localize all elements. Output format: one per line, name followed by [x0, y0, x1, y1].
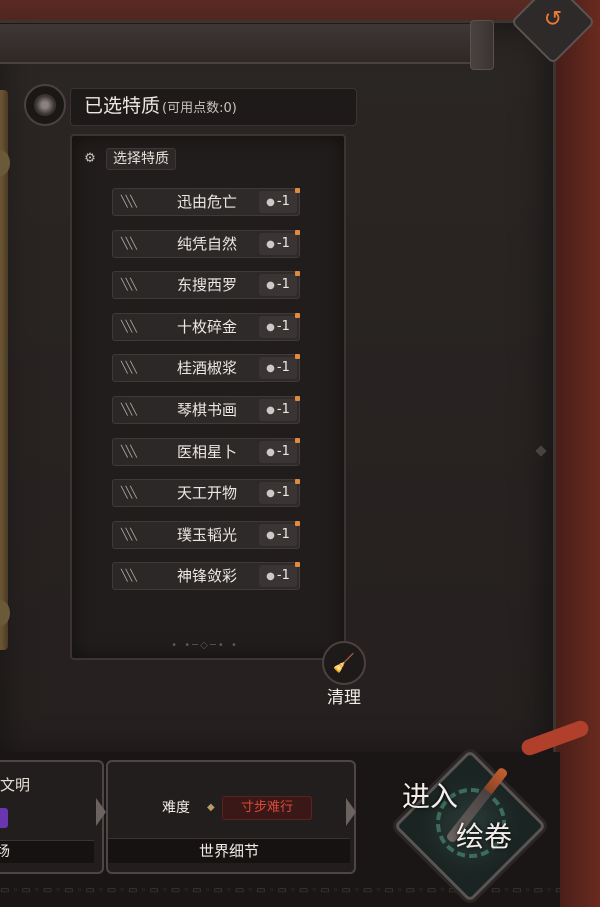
trait-cost: ● -1 — [259, 523, 297, 546]
trait-cost: ● -1 — [259, 232, 297, 255]
trait-corner-mark — [295, 229, 300, 235]
trait-selection-screen: ↺ 已选特质 (可用点数:0) ⚙ 选择特质 ╲╲╲ 迅由危亡 ● -1 ╲╲╲ 纯… — [0, 0, 600, 907]
trait-cost: ● -1 — [259, 482, 297, 505]
sun-emblem-icon — [24, 84, 66, 126]
emblem-core — [34, 94, 56, 116]
trait-item[interactable]: ╲╲╲ 桂酒椒浆 ● -1 — [112, 354, 300, 383]
left-ornament — [0, 90, 10, 650]
trait-cost: ● -1 — [259, 315, 297, 338]
trait-item[interactable]: ╲╲╲ 十枚碎金 ● -1 — [112, 312, 300, 341]
trait-item[interactable]: ╲╲╲ 医相星卜 ● -1 — [112, 437, 300, 466]
difficulty-label: 难度 — [162, 800, 190, 816]
trait-corner-mark — [295, 395, 300, 401]
scroll-rod-end — [470, 20, 494, 70]
trait-list-heading-label: 选择特质 — [106, 148, 176, 170]
trait-item[interactable]: ╲╲╲ 琴棋书画 ● -1 — [112, 395, 300, 424]
trait-corner-mark — [295, 479, 300, 485]
trait-cost: ● -1 — [259, 565, 297, 588]
available-points: (可用点数:0) — [162, 101, 237, 116]
enter-label-line1: 进入 — [402, 780, 459, 813]
scroll-rod — [0, 24, 490, 64]
list-footer-ornament: • •─◇─• • — [171, 640, 239, 651]
clear-label[interactable]: 清理 — [320, 687, 368, 709]
broom-icon: 🧹 — [332, 652, 356, 674]
trait-corner-mark — [295, 312, 300, 318]
trait-corner-mark — [295, 520, 300, 526]
trait-corner-mark — [295, 354, 300, 360]
trait-cost: ● -1 — [259, 274, 297, 297]
enter-label-line2: 绘卷 — [456, 820, 513, 853]
title-text: 已选特质 — [84, 95, 161, 117]
left-card-title: 文明 — [0, 776, 31, 794]
chevron-right-icon — [346, 798, 356, 826]
trait-item[interactable]: ╲╲╲ 天工开物 ● -1 — [112, 479, 300, 508]
trait-item[interactable]: ╲╲╲ 纯凭自然 ● -1 — [112, 229, 300, 258]
trait-item[interactable]: ╲╲╲ 东搜西罗 ● -1 — [112, 271, 300, 300]
chevron-right-icon — [96, 798, 106, 826]
trait-corner-mark — [295, 562, 300, 568]
trait-list-heading: ⚙ 选择特质 — [82, 148, 176, 170]
difficulty-value[interactable]: 寸步难行 — [222, 796, 312, 820]
trait-corner-mark — [295, 437, 300, 443]
trait-corner-mark — [295, 271, 300, 277]
trait-cost: ● -1 — [259, 440, 297, 463]
left-card-footer[interactable]: 场 — [0, 840, 94, 863]
trait-corner-mark — [295, 188, 300, 193]
diamond-separator-icon: ◆ — [207, 802, 215, 813]
trait-cost: ● -1 — [259, 191, 297, 213]
world-detail-label: 世界细节 — [198, 842, 259, 860]
page-title: 已选特质 (可用点数:0) — [84, 94, 237, 118]
trait-item[interactable]: ╲╲╲ 璞玉韬光 ● -1 — [112, 520, 300, 549]
undo-icon[interactable]: ↺ — [540, 7, 566, 33]
world-detail-footer[interactable]: 世界细节 — [108, 838, 350, 863]
trait-item[interactable]: ╲╲╲ 迅由危亡 ● -1 — [112, 188, 300, 216]
trait-cost: ● -1 — [259, 357, 297, 380]
trait-item[interactable]: ╲╲╲ 神锋敛彩 ● -1 — [112, 562, 300, 591]
clear-button[interactable]: 🧹 — [322, 641, 366, 685]
select-icon: ⚙ — [84, 151, 96, 166]
enter-scroll-button[interactable]: 进入 绘卷 — [392, 748, 547, 903]
trait-list: ╲╲╲ 迅由危亡 ● -1 ╲╲╲ 纯凭自然 ● -1 ╲╲╲ 东搜西罗 ● -1 ╲… — [112, 188, 302, 604]
trait-cost: ● -1 — [259, 398, 297, 421]
left-card-badge — [0, 808, 8, 828]
left-card-footer-label: 场 — [0, 844, 10, 860]
